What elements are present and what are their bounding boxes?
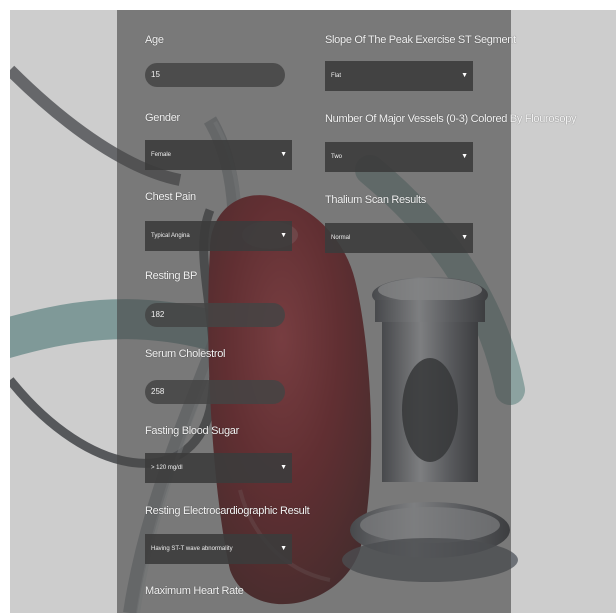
thalium-select-value: Normal — [331, 235, 351, 241]
major-vessels-select-value: Two — [331, 154, 343, 160]
age-input[interactable]: 15 — [145, 63, 285, 87]
gender-select-value: Female — [151, 152, 172, 158]
slope-select-value: Flat — [331, 73, 342, 79]
heart-disease-form-panel: Age 15 Gender Female ▼ Chest Pain Typica… — [117, 10, 577, 613]
chest-pain-select-value: Typical Angina — [151, 233, 190, 239]
age-label: Age — [145, 34, 164, 46]
fasting-blood-sugar-select-value: > 120 mg/dl — [151, 465, 183, 471]
chest-pain-select[interactable]: Typical Angina ▼ — [145, 221, 292, 251]
thalium-select[interactable]: Normal ▼ — [325, 223, 473, 253]
caret-down-icon: ▼ — [461, 153, 468, 160]
serum-cholestrol-input[interactable]: 258 — [145, 380, 285, 404]
resting-ecg-label: Resting Electrocardiographic Result — [145, 505, 310, 517]
max-heart-rate-label: Maximum Heart Rate — [145, 585, 244, 597]
caret-down-icon: ▼ — [280, 151, 287, 158]
fasting-blood-sugar-label: Fasting Blood Sugar — [145, 425, 239, 437]
gender-select[interactable]: Female ▼ — [145, 140, 292, 170]
thalium-label: Thalium Scan Results — [325, 194, 426, 206]
resting-bp-input[interactable]: 182 — [145, 303, 285, 327]
fasting-blood-sugar-select[interactable]: > 120 mg/dl ▼ — [145, 453, 292, 483]
serum-cholestrol-label: Serum Cholestrol — [145, 348, 226, 360]
resting-ecg-select-value: Having ST-T wave abnormality — [151, 546, 233, 552]
resting-ecg-select[interactable]: Having ST-T wave abnormality ▼ — [145, 534, 292, 564]
caret-down-icon: ▼ — [280, 545, 287, 552]
major-vessels-select[interactable]: Two ▼ — [325, 142, 473, 172]
chest-pain-label: Chest Pain — [145, 191, 196, 203]
slope-label: Slope Of The Peak Exercise ST Segment — [325, 34, 516, 46]
gender-label: Gender — [145, 112, 180, 124]
caret-down-icon: ▼ — [461, 234, 468, 241]
caret-down-icon: ▼ — [280, 232, 287, 239]
resting-bp-label: Resting BP — [145, 270, 198, 282]
major-vessels-label: Number Of Major Vessels (0-3) Colored By… — [325, 113, 577, 125]
caret-down-icon: ▼ — [280, 464, 287, 471]
slope-select[interactable]: Flat ▼ — [325, 61, 473, 91]
caret-down-icon: ▼ — [461, 72, 468, 79]
page-background: Age 15 Gender Female ▼ Chest Pain Typica… — [10, 10, 616, 613]
